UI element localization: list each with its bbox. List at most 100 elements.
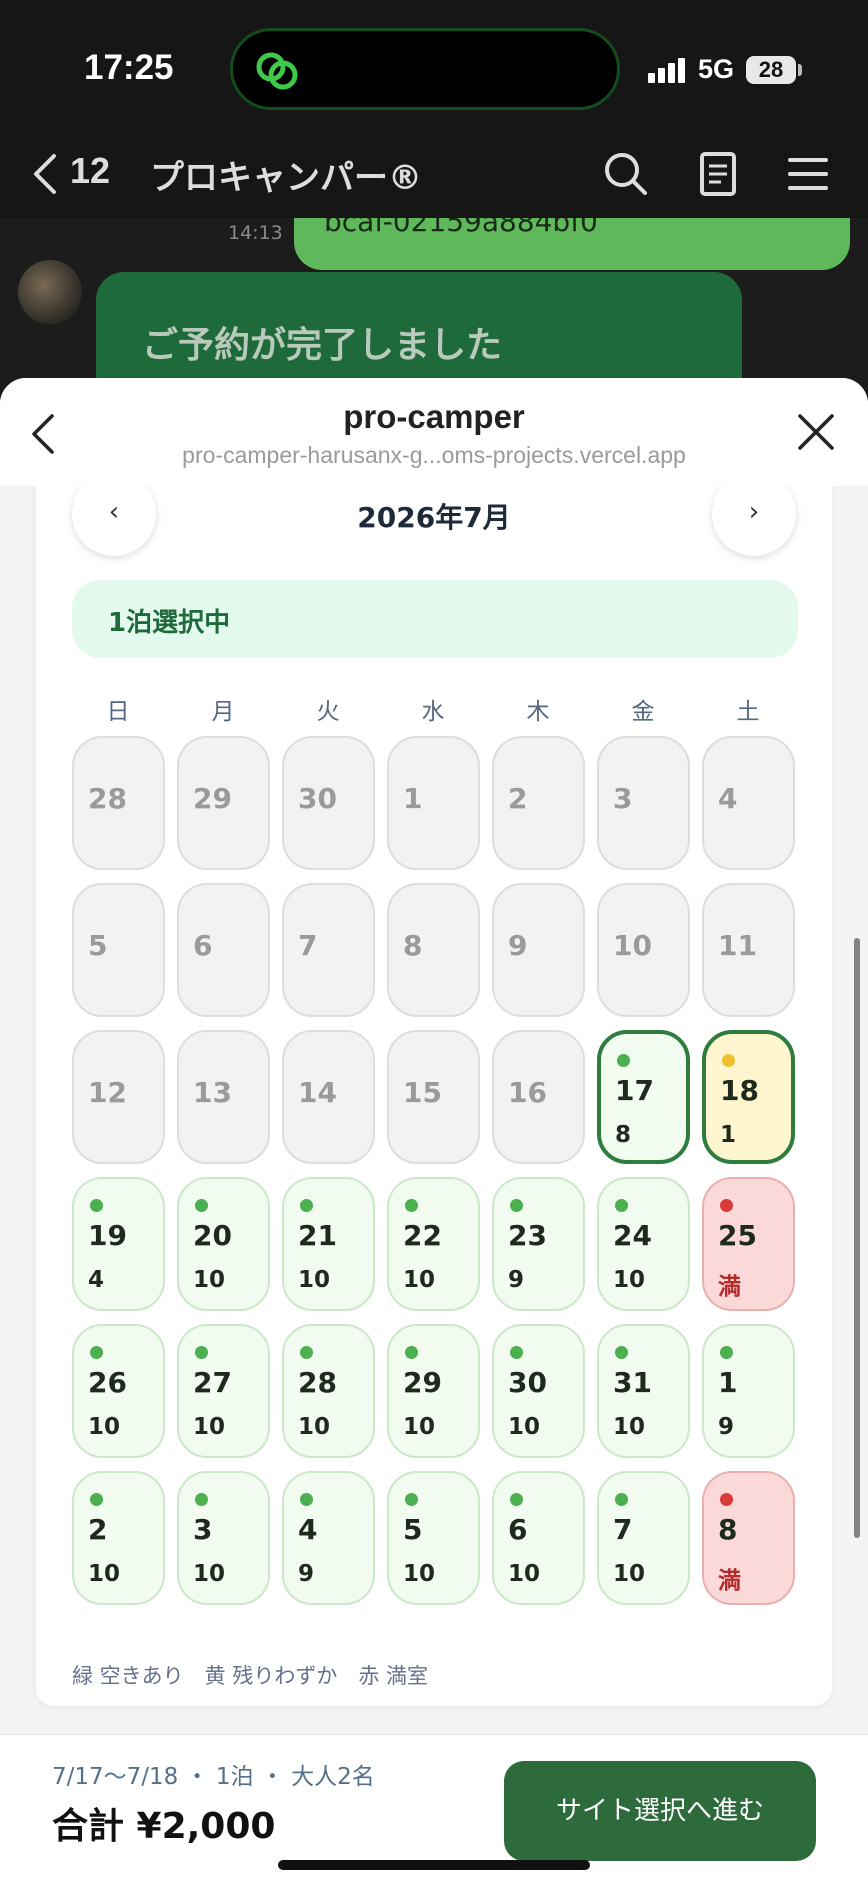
- calendar-day[interactable]: 6 10: [492, 1471, 585, 1605]
- calendar-day[interactable]: 23 9: [492, 1177, 585, 1311]
- calendar-day[interactable]: 29 10: [387, 1324, 480, 1458]
- day-number: 6: [508, 1513, 528, 1546]
- calendar-day: 11: [702, 883, 795, 1017]
- chevron-left-icon[interactable]: [28, 150, 62, 198]
- day-number: 13: [193, 1076, 232, 1109]
- calendar-day[interactable]: 21 10: [282, 1177, 375, 1311]
- unread-count[interactable]: 12: [70, 150, 110, 192]
- calendar-day[interactable]: 20 10: [177, 1177, 270, 1311]
- day-number: 24: [613, 1219, 652, 1252]
- availability-count: 10: [193, 1561, 226, 1587]
- proceed-button[interactable]: サイト選択へ進む: [504, 1761, 816, 1861]
- calendar-card: ‹ 2026年7月 › 1泊選択中 緑 空きあり 黄 残りわずか 赤 満室 日月…: [36, 486, 832, 1706]
- day-number: 28: [298, 1366, 337, 1399]
- calendar-day[interactable]: 27 10: [177, 1324, 270, 1458]
- day-number: 9: [508, 929, 528, 962]
- search-icon[interactable]: [600, 148, 652, 200]
- availability-dot: [510, 1493, 523, 1506]
- calendar-day: 10: [597, 883, 690, 1017]
- calendar-day[interactable]: 49: [282, 1471, 375, 1605]
- availability-dot: [510, 1199, 523, 1212]
- day-number: 11: [718, 929, 757, 962]
- web-content: ‹ 2026年7月 › 1泊選択中 緑 空きあり 黄 残りわずか 赤 満室 日月…: [0, 486, 868, 1734]
- availability-count: 10: [613, 1414, 646, 1440]
- close-icon[interactable]: [796, 412, 836, 452]
- availability-dot: [300, 1493, 313, 1506]
- calendar-day[interactable]: 5 10: [387, 1471, 480, 1605]
- selection-status: 1泊選択中: [72, 580, 798, 658]
- link-icon: [256, 52, 298, 90]
- availability-dot: [615, 1493, 628, 1506]
- calendar-day[interactable]: 30 10: [492, 1324, 585, 1458]
- legend: 緑 空きあり 黄 残りわずか 赤 満室: [72, 1664, 429, 1688]
- chat-header: 12 プロキャンパー®: [0, 130, 868, 220]
- availability-count: 10: [403, 1561, 436, 1587]
- battery-nub: [798, 64, 802, 76]
- next-month-button[interactable]: ›: [712, 486, 796, 556]
- calendar-day[interactable]: 7 10: [597, 1471, 690, 1605]
- day-number: 3: [193, 1513, 213, 1546]
- calendar-day: 12: [72, 1030, 165, 1164]
- webview-sheet: pro-camper pro-camper-harusanx-g...oms-p…: [0, 378, 868, 1888]
- weekday-label: 火: [316, 699, 340, 725]
- day-number: 8: [403, 929, 423, 962]
- availability-count: 10: [193, 1414, 226, 1440]
- notes-icon[interactable]: [692, 148, 744, 200]
- day-number: 3: [613, 782, 633, 815]
- day-number: 15: [403, 1076, 442, 1109]
- calendar-day[interactable]: 25 満: [702, 1177, 795, 1311]
- availability-dot: [617, 1054, 630, 1067]
- calendar-day[interactable]: 18 1: [702, 1030, 795, 1164]
- calendar-day[interactable]: 17 8: [597, 1030, 690, 1164]
- sheet-title: pro-camper: [343, 398, 525, 435]
- home-indicator: [278, 1860, 590, 1870]
- menu-icon[interactable]: [782, 148, 834, 200]
- calendar-day[interactable]: 3 10: [177, 1471, 270, 1605]
- day-number: 22: [403, 1219, 442, 1252]
- calendar-day[interactable]: 19: [702, 1324, 795, 1458]
- day-number: 29: [193, 782, 232, 815]
- chat-title: プロキャンパー®: [150, 158, 422, 198]
- calendar-day: 15: [387, 1030, 480, 1164]
- availability-dot: [195, 1346, 208, 1359]
- sheet-header: pro-camper pro-camper-harusanx-g...oms-p…: [0, 378, 868, 486]
- calendar-day: 9: [492, 883, 585, 1017]
- scrollbar[interactable]: [854, 938, 860, 1538]
- calendar-day[interactable]: 19 4: [72, 1177, 165, 1311]
- availability-count: 1: [720, 1122, 737, 1148]
- calendar-day: 13: [177, 1030, 270, 1164]
- calendar-day: 29: [177, 736, 270, 870]
- message-bubble-outgoing[interactable]: bcaf-02159a884bf0: [294, 218, 850, 270]
- availability-dot: [720, 1346, 733, 1359]
- signal-icon: [648, 58, 688, 83]
- day-number: 31: [613, 1366, 652, 1399]
- day-number: 1: [718, 1366, 738, 1399]
- availability-count: 10: [193, 1267, 226, 1293]
- calendar-day: 4: [702, 736, 795, 870]
- availability-count: 9: [718, 1414, 735, 1440]
- avatar[interactable]: [18, 260, 82, 324]
- availability-count: 10: [613, 1561, 646, 1587]
- sheet-url: pro-camper-harusanx-g...oms-projects.ver…: [182, 442, 686, 468]
- calendar-day[interactable]: 26 10: [72, 1324, 165, 1458]
- calendar-day[interactable]: 31 10: [597, 1324, 690, 1458]
- day-number: 19: [88, 1219, 127, 1252]
- dynamic-island: [230, 28, 620, 110]
- day-number: 4: [298, 1513, 318, 1546]
- weekday-label: 日: [106, 699, 130, 725]
- calendar-day[interactable]: 22 10: [387, 1177, 480, 1311]
- day-number: 30: [508, 1366, 547, 1399]
- calendar-day[interactable]: 24 10: [597, 1177, 690, 1311]
- availability-count: 満: [718, 1568, 741, 1594]
- calendar-day[interactable]: 8満: [702, 1471, 795, 1605]
- calendar-day[interactable]: 2 10: [72, 1471, 165, 1605]
- availability-dot: [720, 1199, 733, 1212]
- selection-status-text: 1泊選択中: [108, 608, 231, 638]
- day-number: 28: [88, 782, 127, 815]
- availability-dot: [405, 1346, 418, 1359]
- network-type: 5G: [698, 54, 735, 84]
- availability-count: 10: [508, 1414, 541, 1440]
- day-number: 17: [615, 1074, 654, 1107]
- calendar-day[interactable]: 28 10: [282, 1324, 375, 1458]
- calendar-day: 28: [72, 736, 165, 870]
